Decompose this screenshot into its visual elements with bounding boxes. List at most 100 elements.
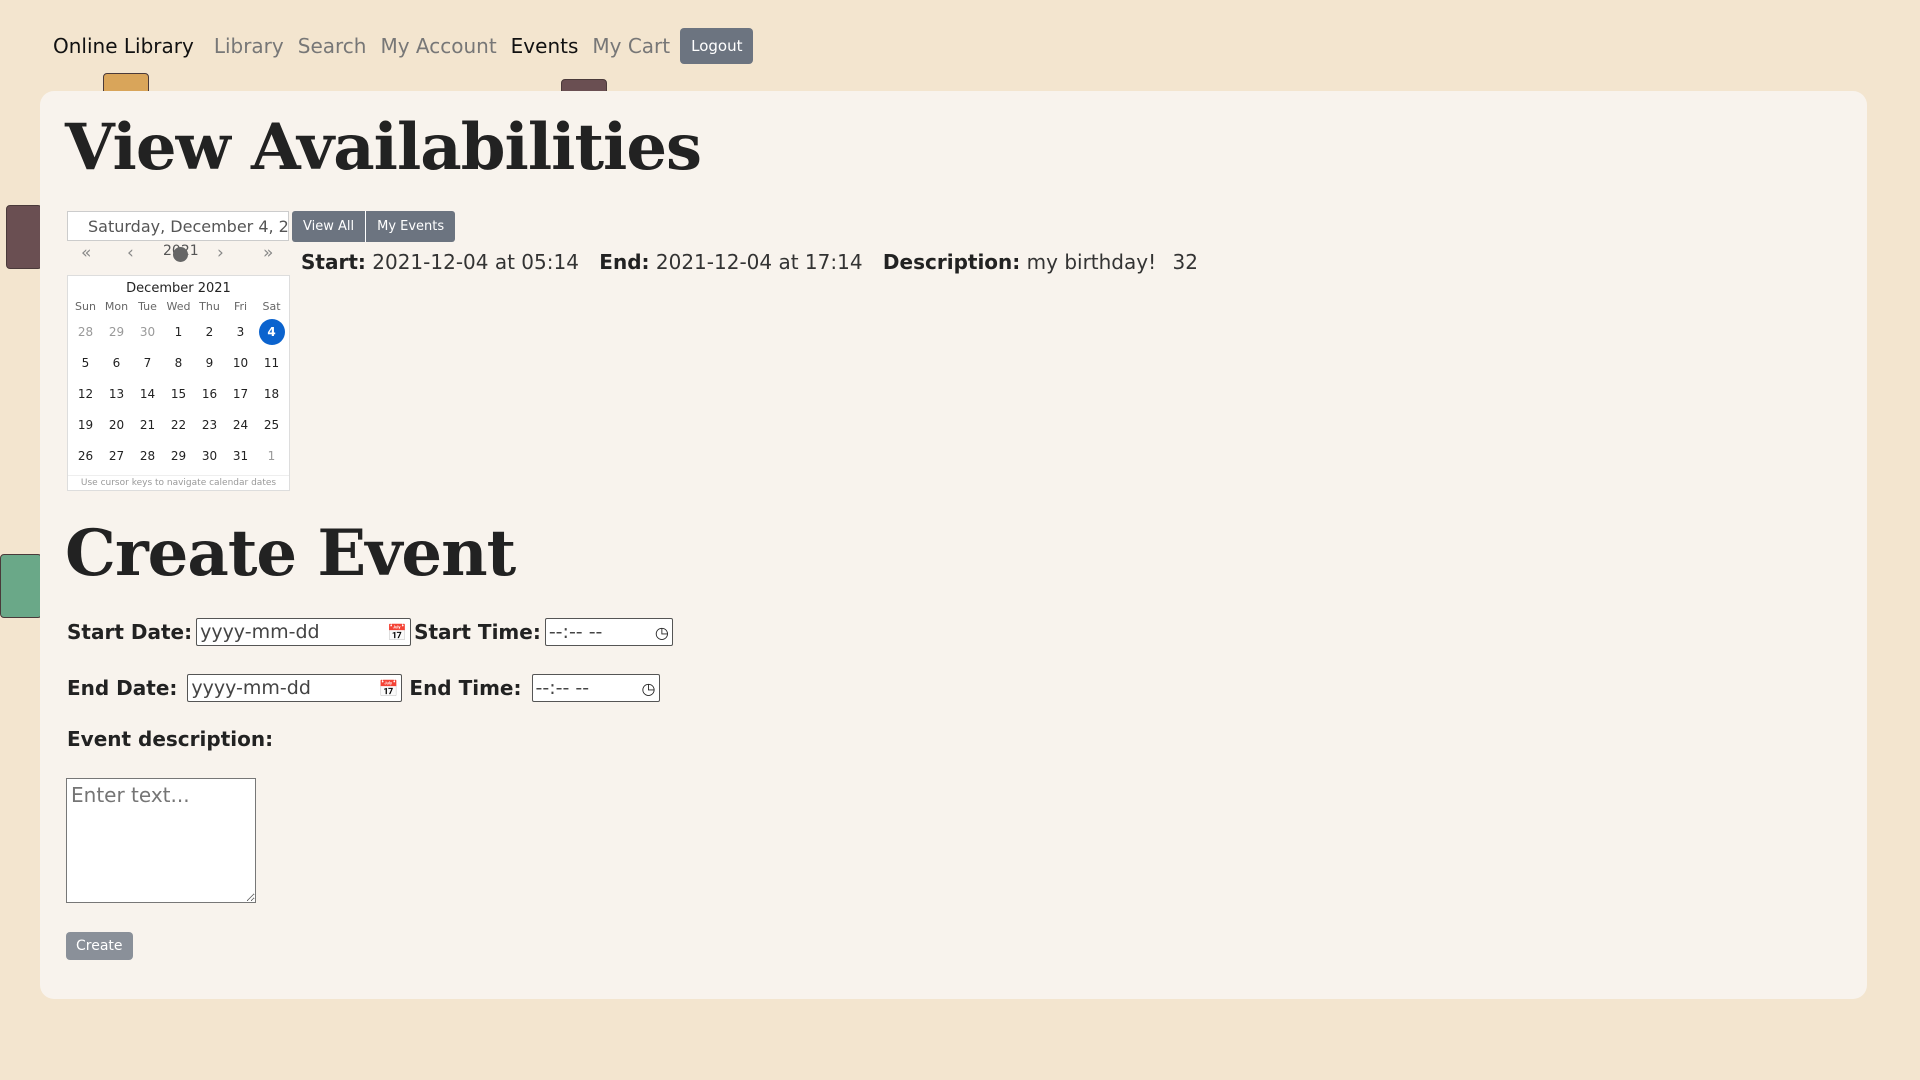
calendar-handle-icon[interactable] <box>173 247 188 262</box>
calendar-icon[interactable]: 📅 <box>378 679 398 698</box>
calendar-day[interactable]: 18 <box>256 381 287 407</box>
top-nav: Online Library Library Search My Account… <box>53 28 754 64</box>
end-date-input[interactable]: yyyy-mm-dd 📅 <box>187 674 403 702</box>
calendar-day[interactable]: 7 <box>132 350 163 376</box>
weekday-label: Wed <box>166 300 191 313</box>
calendar-day[interactable]: 4 <box>258 319 285 345</box>
start-date-placeholder: yyyy-mm-dd <box>200 621 320 643</box>
calendar-day[interactable]: 20 <box>101 412 132 438</box>
calendar-day[interactable]: 13 <box>101 381 132 407</box>
event-id: 32 <box>1172 250 1198 274</box>
weekday-label: Sat <box>262 300 281 313</box>
calendar-day[interactable]: 28 <box>70 319 101 345</box>
calendar-navigation: « ‹ 2021 › » <box>67 243 291 273</box>
event-end: 2021-12-04 at 17:14 <box>655 250 863 274</box>
start-date-label: Start Date: <box>67 620 193 644</box>
weekday-label: Thu <box>199 300 220 313</box>
calendar-day[interactable]: 27 <box>101 443 132 469</box>
event-start: 2021-12-04 at 05:14 <box>372 250 579 274</box>
event-start-label: Start: <box>301 250 366 274</box>
logout-button[interactable]: Logout <box>680 28 754 64</box>
calendar-day[interactable]: 3 <box>225 319 256 345</box>
calendar-day[interactable]: 29 <box>101 319 132 345</box>
calendar-day[interactable]: 16 <box>194 381 225 407</box>
next-month-icon[interactable]: › <box>217 243 224 263</box>
calendar-day[interactable]: 6 <box>101 350 132 376</box>
end-date-placeholder: yyyy-mm-dd <box>191 677 311 699</box>
calendar-day[interactable]: 1 <box>163 319 194 345</box>
event-end-label: End: <box>599 250 650 274</box>
event-description-label: Description: <box>882 250 1021 274</box>
start-time-label: Start Time: <box>414 620 541 644</box>
calendar-day[interactable]: 15 <box>163 381 194 407</box>
calendar-hint: Use cursor keys to navigate calendar dat… <box>68 475 289 490</box>
end-date-label: End Date: <box>67 676 178 700</box>
end-time-placeholder: --:-- -- <box>535 677 590 699</box>
nav-search[interactable]: Search <box>298 34 367 58</box>
nav-my-account[interactable]: My Account <box>380 34 496 58</box>
clock-icon[interactable]: ◷ <box>655 623 669 642</box>
decorative-book <box>0 554 42 618</box>
clock-icon[interactable]: ◷ <box>642 679 656 698</box>
calendar-day[interactable]: 19 <box>70 412 101 438</box>
calendar-day[interactable]: 25 <box>256 412 287 438</box>
event-description-textarea[interactable] <box>66 778 256 903</box>
calendar-day[interactable]: 23 <box>194 412 225 438</box>
calendar-day[interactable]: 1 <box>256 443 287 469</box>
calendar-day[interactable]: 30 <box>132 319 163 345</box>
event-description: my birthday! <box>1026 250 1157 274</box>
weekday-header: Sun Mon Tue Wed Thu Fri Sat <box>68 300 289 313</box>
nav-library[interactable]: Library <box>214 34 284 58</box>
calendar-day[interactable]: 28 <box>132 443 163 469</box>
selected-date-input[interactable]: Saturday, December 4, 2021 <box>67 211 289 241</box>
start-row: Start Date: yyyy-mm-dd 📅 Start Time: --:… <box>67 618 673 646</box>
end-time-input[interactable]: --:-- -- ◷ <box>531 674 660 702</box>
view-all-button[interactable]: View All <box>292 211 367 242</box>
calendar-day[interactable]: 9 <box>194 350 225 376</box>
my-events-button[interactable]: My Events <box>366 211 456 242</box>
create-button[interactable]: Create <box>66 932 133 960</box>
nav-events[interactable]: Events <box>511 34 579 58</box>
weekday-label: Tue <box>138 300 157 313</box>
start-time-placeholder: --:-- -- <box>548 621 603 643</box>
prev-month-icon[interactable]: ‹ <box>127 243 134 263</box>
calendar-day[interactable]: 22 <box>163 412 194 438</box>
next-year-icon[interactable]: » <box>263 243 273 263</box>
view-toggle: View All My Events <box>292 211 456 242</box>
brand-link[interactable]: Online Library <box>53 34 194 58</box>
calendar-day[interactable]: 10 <box>225 350 256 376</box>
end-time-label: End Time: <box>409 676 522 700</box>
calendar-day[interactable]: 11 <box>256 350 287 376</box>
calendar-day[interactable]: 24 <box>225 412 256 438</box>
description-row: Event description: <box>67 727 273 751</box>
start-date-input[interactable]: yyyy-mm-dd 📅 <box>196 618 412 646</box>
start-time-input[interactable]: --:-- -- ◷ <box>544 618 673 646</box>
calendar-day[interactable]: 31 <box>225 443 256 469</box>
calendar-day[interactable]: 21 <box>132 412 163 438</box>
calendar-day[interactable]: 17 <box>225 381 256 407</box>
weekday-label: Sun <box>75 300 96 313</box>
decorative-book <box>6 205 42 269</box>
calendar-day[interactable]: 2 <box>194 319 225 345</box>
event-description-label: Event description: <box>67 727 274 751</box>
calendar: December 2021 Sun Mon Tue Wed Thu Fri Sa… <box>67 275 290 491</box>
end-row: End Date: yyyy-mm-dd 📅 End Time: --:-- -… <box>67 674 660 702</box>
calendar-icon[interactable]: 📅 <box>387 623 407 642</box>
nav-my-cart[interactable]: My Cart <box>592 34 670 58</box>
create-event-title: Create Event <box>65 516 516 591</box>
calendar-day[interactable]: 29 <box>163 443 194 469</box>
weekday-label: Mon <box>104 300 129 313</box>
event-entry: Start: 2021-12-04 at 05:14 End: 2021-12-… <box>301 250 1198 274</box>
calendar-day[interactable]: 14 <box>132 381 163 407</box>
main-panel: View Availabilities Saturday, December 4… <box>40 91 1867 999</box>
calendar-day[interactable]: 8 <box>163 350 194 376</box>
prev-year-icon[interactable]: « <box>81 243 91 263</box>
calendar-day[interactable]: 12 <box>70 381 101 407</box>
view-availabilities-title: View Availabilities <box>65 110 702 185</box>
calendar-day[interactable]: 26 <box>70 443 101 469</box>
calendar-days: 28 29 30 1 2 3 4 5 6 7 8 9 10 11 12 13 14 15 16 17 18 19 20 21 2… <box>68 319 289 469</box>
weekday-label: Fri <box>233 300 248 313</box>
calendar-month-label: December 2021 <box>126 281 231 296</box>
calendar-day[interactable]: 5 <box>70 350 101 376</box>
calendar-day[interactable]: 30 <box>194 443 225 469</box>
